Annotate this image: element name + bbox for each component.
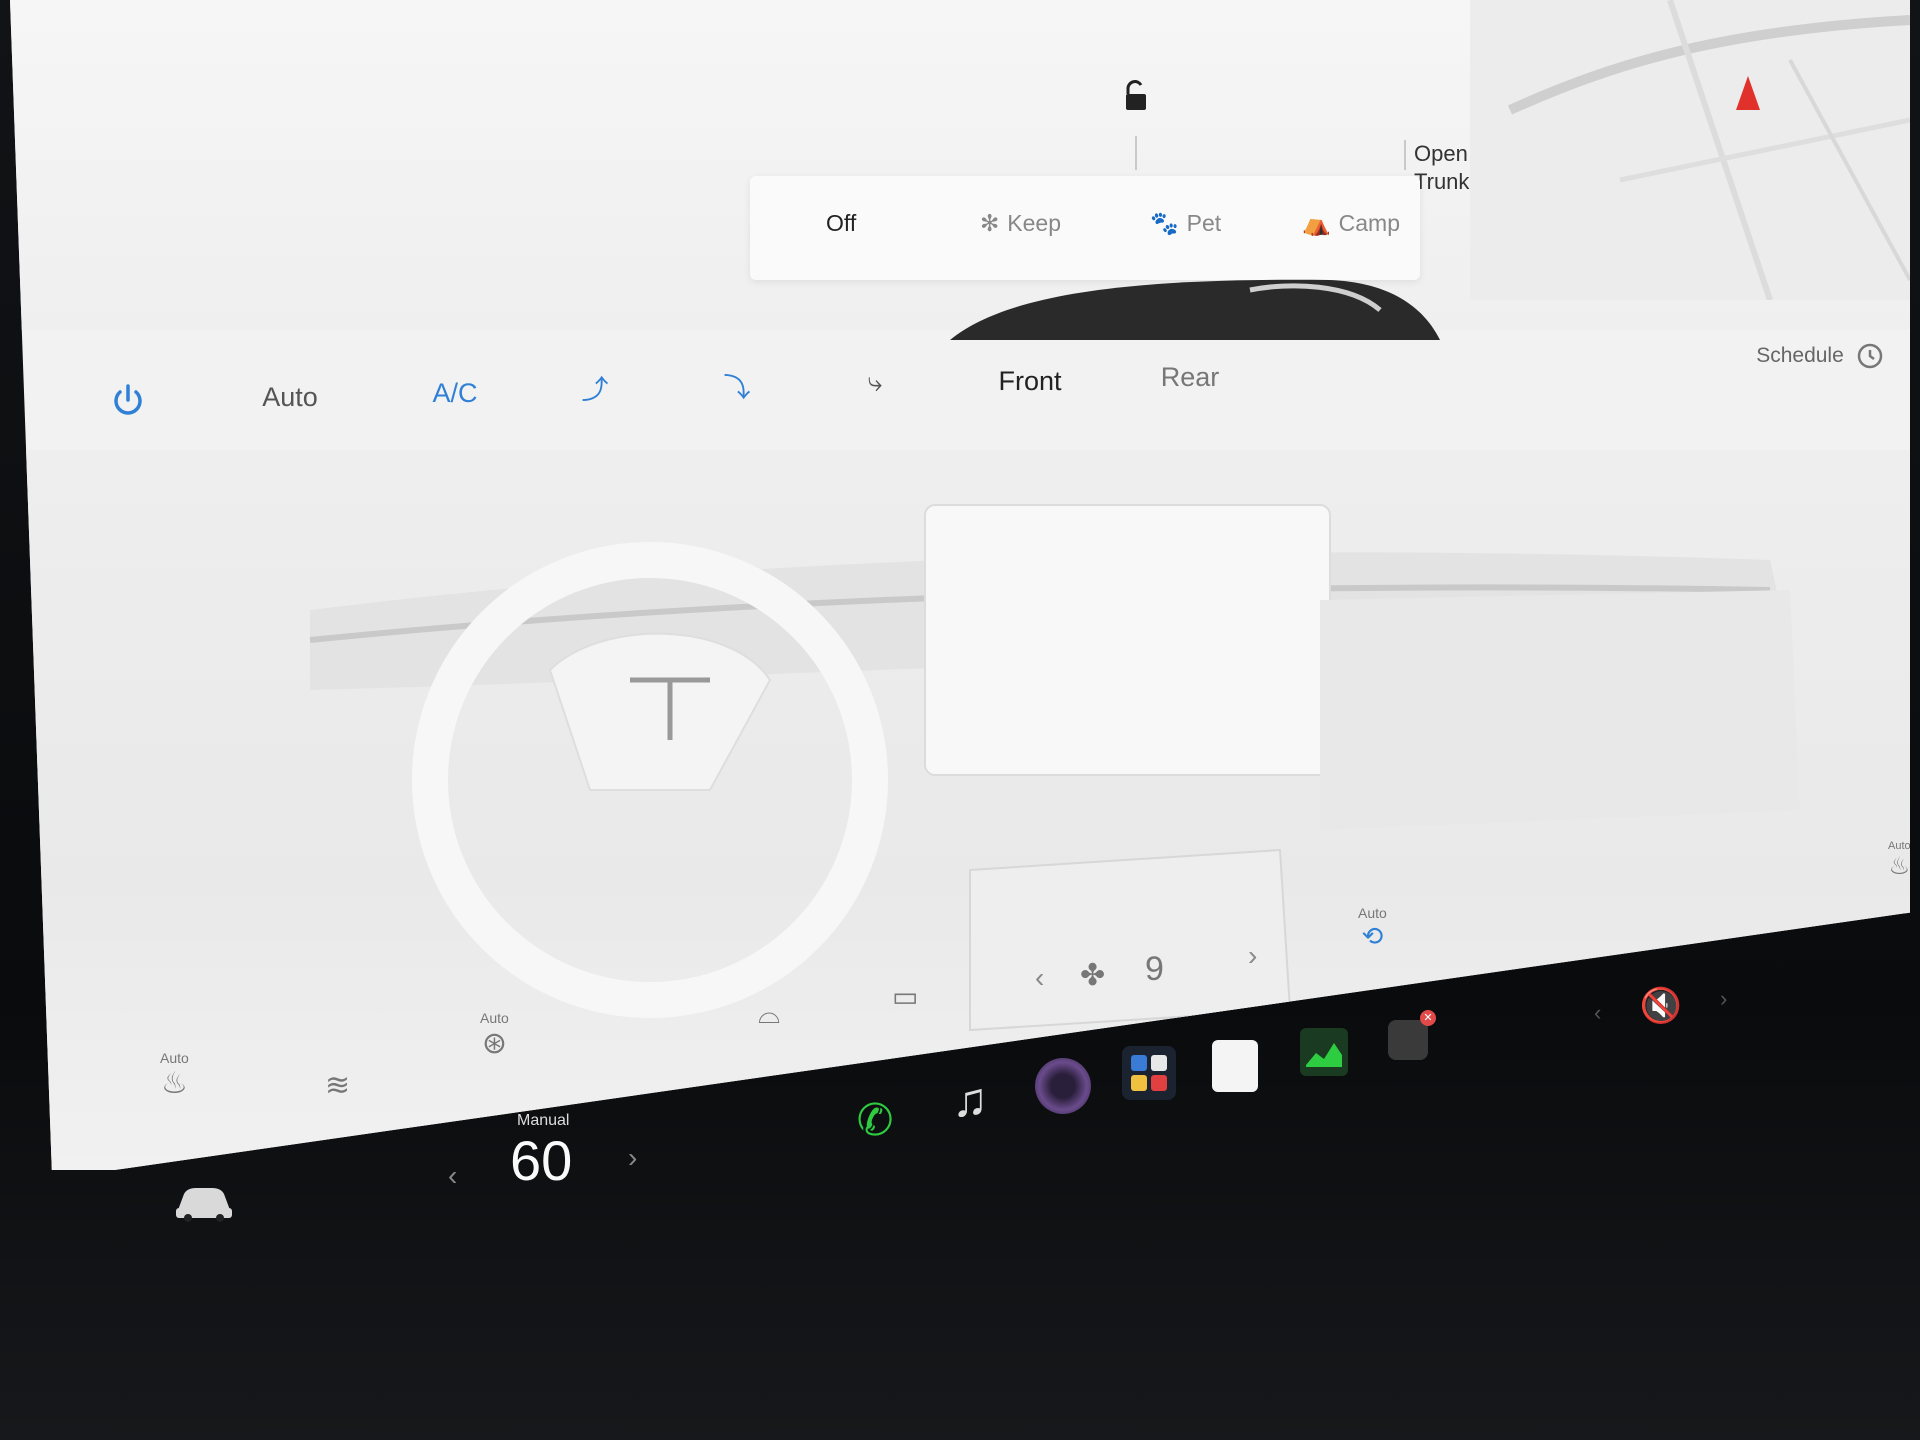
wiper-heater-icon: ≋ bbox=[325, 1069, 351, 1102]
paw-icon: 🐾 bbox=[1150, 210, 1179, 236]
passenger-seat-heater[interactable]: Auto ♨ bbox=[1888, 840, 1910, 881]
driver-seat-heater[interactable]: Auto ♨ bbox=[160, 1050, 189, 1101]
dashcam-icon[interactable]: ✕ bbox=[1388, 1010, 1436, 1060]
phone-icon[interactable]: ✆ bbox=[845, 1090, 905, 1150]
music-icon[interactable]: ♫ bbox=[940, 1070, 1000, 1130]
airflow-windshield-icon: ⤷ bbox=[867, 367, 883, 397]
trunk-pointer-line bbox=[1404, 140, 1406, 170]
airflow-face-icon: ⤴ bbox=[581, 374, 609, 405]
temp-decrease-button[interactable]: ‹ bbox=[448, 1160, 457, 1192]
recirc-auto-label: Auto bbox=[1358, 905, 1387, 921]
power-icon bbox=[114, 384, 142, 415]
rear-defrost-button[interactable]: ▭ bbox=[892, 980, 918, 1013]
climate-toolbar: Auto A/C ⤴ ⤵ ⤷ Front Rear Schedule bbox=[10, 320, 1910, 450]
seat-heater-icon: ♨ bbox=[160, 1067, 188, 1100]
fan-speed-value: 9 bbox=[1145, 950, 1164, 988]
ac-button[interactable]: A/C bbox=[410, 368, 500, 418]
wiper-defrost-button[interactable]: ≋ bbox=[325, 1050, 350, 1103]
clock-icon[interactable] bbox=[1850, 336, 1890, 376]
fan-speed-icon: ✤ bbox=[1080, 959, 1106, 992]
auto-button[interactable]: Auto bbox=[240, 372, 340, 422]
fan-increase-button[interactable]: › bbox=[1248, 940, 1257, 972]
temp-increase-button[interactable]: › bbox=[628, 1142, 637, 1174]
bottom-dock: ‹ › bbox=[0, 1142, 1920, 1440]
map-roads bbox=[1507, 0, 1910, 300]
mode-pet[interactable]: 🐾 Pet bbox=[1150, 210, 1221, 237]
recirculation-button[interactable]: Auto ⟲ bbox=[1358, 905, 1387, 952]
volume-increase-button[interactable]: › bbox=[1720, 986, 1727, 1012]
calendar-icon[interactable] bbox=[1212, 1040, 1258, 1092]
clock-svg bbox=[1857, 343, 1883, 369]
app-grid-icon bbox=[1131, 1055, 1167, 1091]
airflow-face-button[interactable]: ⤴ bbox=[570, 362, 620, 412]
energy-app-icon[interactable] bbox=[1300, 1028, 1348, 1076]
mode-off[interactable]: Off bbox=[826, 210, 856, 237]
climate-keep-mode-selector: Off ✻ Keep 🐾 Pet ⛺ Camp bbox=[750, 176, 1420, 280]
mute-icon[interactable]: 🔇 bbox=[1636, 986, 1686, 1026]
fan-decrease-button[interactable]: ‹ bbox=[1035, 962, 1044, 994]
lock-pointer-line bbox=[1135, 136, 1137, 170]
dashcam-error-badge-icon: ✕ bbox=[1420, 1010, 1436, 1026]
apps-launcher-icon[interactable] bbox=[1122, 1046, 1176, 1100]
temperature-display[interactable]: 60 bbox=[510, 1128, 572, 1193]
steering-wheel-heater[interactable]: Auto ⊛ bbox=[480, 1010, 509, 1061]
tent-icon: ⛺ bbox=[1302, 210, 1331, 236]
front-defrost-button[interactable]: ⌓ bbox=[758, 998, 780, 1031]
open-trunk-button[interactable]: Open Trunk bbox=[1414, 140, 1469, 196]
airflow-windshield-button[interactable]: ⤷ bbox=[850, 358, 900, 408]
unlock-icon[interactable] bbox=[1122, 80, 1150, 112]
navigation-arrow-icon bbox=[1736, 76, 1760, 110]
driver-seat-auto-label: Auto bbox=[160, 1050, 189, 1066]
steering-wheel-heat-icon: ⊛ bbox=[481, 1027, 507, 1060]
mode-off-label: Off bbox=[826, 210, 857, 236]
mode-pet-label: Pet bbox=[1186, 210, 1222, 236]
volume-decrease-button[interactable]: ‹ bbox=[1594, 1000, 1601, 1026]
camera-app-icon[interactable] bbox=[1035, 1058, 1091, 1114]
mode-camp[interactable]: ⛺ Camp bbox=[1302, 210, 1400, 237]
steering-wheel-auto-label: Auto bbox=[480, 1010, 509, 1026]
front-defrost-icon: ⌓ bbox=[758, 998, 781, 1029]
recirculation-icon: ⟲ bbox=[1361, 921, 1384, 951]
rear-defrost-icon: ▭ bbox=[892, 981, 919, 1012]
mode-keep-label: Keep bbox=[1007, 210, 1061, 236]
airflow-feet-button[interactable]: ⤵ bbox=[712, 360, 762, 410]
vehicle-status-panel: Open Trunk Off ✻ Keep 🐾 Pet ⛺ Camp bbox=[10, 0, 1910, 340]
schedule-label: Schedule bbox=[1756, 344, 1844, 367]
mode-keep[interactable]: ✻ Keep bbox=[980, 210, 1061, 237]
schedule-button[interactable]: Schedule bbox=[1730, 334, 1870, 378]
climate-power-button[interactable] bbox=[100, 372, 156, 428]
map-view[interactable] bbox=[1470, 0, 1910, 300]
passenger-seat-heat-icon: ♨ bbox=[1888, 853, 1910, 880]
airflow-feet-icon: ⤵ bbox=[723, 372, 751, 403]
mode-camp-label: Camp bbox=[1338, 210, 1400, 236]
energy-graph-icon bbox=[1306, 1043, 1342, 1067]
front-climate-tab[interactable]: Front bbox=[970, 356, 1090, 406]
car-icon[interactable] bbox=[172, 1180, 236, 1224]
rear-climate-tab[interactable]: Rear bbox=[1130, 352, 1250, 402]
fan-icon: ✻ bbox=[980, 210, 1000, 236]
passenger-seat-auto-label: Auto bbox=[1888, 840, 1910, 852]
